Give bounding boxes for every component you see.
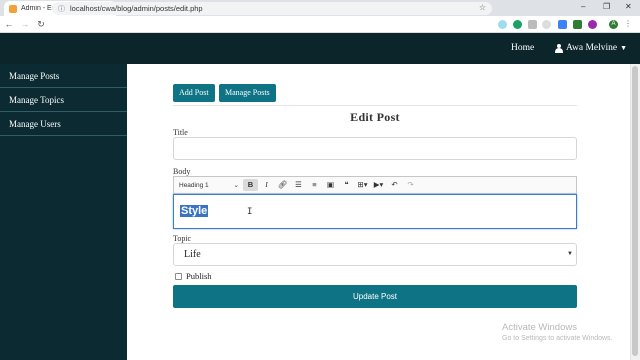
sidebar-item-manage-users[interactable]: Manage Users	[0, 112, 127, 136]
extension-icon[interactable]	[513, 20, 522, 29]
publish-row: Publish	[175, 271, 212, 281]
link-icon[interactable]: 🔗︎	[275, 179, 290, 191]
publish-label: Publish	[186, 271, 212, 281]
user-menu[interactable]: Awa Melvine ▼	[555, 43, 627, 53]
user-icon	[555, 43, 563, 53]
forward-icon[interactable]: →	[18, 19, 32, 29]
redo-icon[interactable]: ↷	[403, 179, 418, 191]
media-icon[interactable]: ▶▾	[371, 179, 386, 191]
heading-select-value: Heading 1	[179, 181, 209, 189]
restore-icon[interactable]: ❐	[603, 2, 610, 11]
sidebar-item-manage-topics[interactable]: Manage Topics	[0, 88, 127, 112]
heading-select[interactable]: Heading 1 ⌄	[179, 181, 239, 190]
topic-select[interactable]: Life ▼	[173, 243, 577, 266]
manage-posts-button[interactable]: Manage Posts	[219, 84, 276, 102]
table-icon[interactable]: ⊞▾	[355, 179, 370, 191]
extension-icon[interactable]	[528, 20, 537, 29]
chevron-down-icon: ⌄	[233, 182, 239, 189]
title-input[interactable]	[173, 137, 577, 160]
bulleted-list-icon[interactable]: ☰	[291, 179, 306, 191]
user-name: Awa Melvine	[566, 43, 618, 53]
body-label: Body	[173, 167, 191, 176]
topic-label: Topic	[173, 234, 192, 243]
extension-icon[interactable]	[542, 20, 551, 29]
scrollbar-thumb[interactable]	[632, 66, 638, 356]
window-close-icon[interactable]: ✕	[625, 2, 632, 11]
app-header: Home Awa Melvine ▼	[0, 33, 640, 64]
page-title: Edit Post	[350, 110, 400, 124]
text-cursor-icon: I	[247, 207, 253, 217]
watermark-title: Activate Windows	[502, 322, 577, 333]
extension-icon[interactable]	[498, 20, 507, 29]
undo-icon[interactable]: ↶	[387, 179, 402, 191]
back-icon[interactable]: ←	[2, 19, 16, 29]
publish-checkbox[interactable]	[175, 272, 182, 280]
bold-icon[interactable]: B	[243, 179, 258, 191]
editor-body[interactable]: Style I	[173, 194, 577, 229]
url-text: localhost/cwa/blog/admin/posts/edit.php	[70, 4, 203, 13]
sidebar: Manage Posts Manage Topics Manage Users	[0, 64, 127, 360]
extension-icon[interactable]	[558, 20, 567, 29]
italic-icon[interactable]: I	[259, 179, 274, 191]
editor-toolbar: Heading 1 ⌄ B I 🔗︎ ☰ ≡ ▣ ❝ ⊞▾ ▶▾ ↶ ↷	[173, 176, 577, 194]
sidebar-item-manage-posts[interactable]: Manage Posts	[0, 64, 127, 88]
image-icon[interactable]: ▣	[323, 179, 338, 191]
title-label: Title	[173, 128, 188, 137]
minimize-icon[interactable]: –	[581, 2, 585, 11]
bookmark-star-icon[interactable]: ☆	[479, 3, 486, 12]
nav-home-link[interactable]: Home	[511, 43, 534, 53]
quote-icon[interactable]: ❝	[339, 179, 354, 191]
activation-watermark: Activate Windows Go to Settings to activ…	[502, 322, 613, 342]
reload-icon[interactable]: ↻	[34, 19, 48, 30]
editor-selected-text[interactable]: Style	[180, 205, 209, 217]
main-content: Add Post Manage Posts Edit Post Title Bo…	[127, 64, 630, 360]
extension-icon[interactable]	[588, 20, 597, 29]
topic-select-value: Life	[184, 249, 201, 260]
chevron-down-icon: ▼	[620, 44, 628, 52]
numbered-list-icon[interactable]: ≡	[307, 179, 322, 191]
favicon-icon	[9, 4, 17, 13]
info-icon: ⓘ	[58, 5, 65, 13]
profile-avatar[interactable]: A	[609, 20, 618, 29]
update-post-button[interactable]: Update Post	[173, 285, 577, 308]
chevron-down-icon: ▼	[567, 251, 573, 257]
browser-menu-icon[interactable]: ⋮	[624, 19, 632, 28]
address-bar[interactable]: ⓘ localhost/cwa/blog/admin/posts/edit.ph…	[52, 2, 492, 15]
watermark-subtitle: Go to Settings to activate Windows.	[502, 335, 613, 342]
add-post-button[interactable]: Add Post	[173, 84, 215, 102]
extension-icon[interactable]	[573, 20, 582, 29]
divider	[173, 105, 577, 106]
